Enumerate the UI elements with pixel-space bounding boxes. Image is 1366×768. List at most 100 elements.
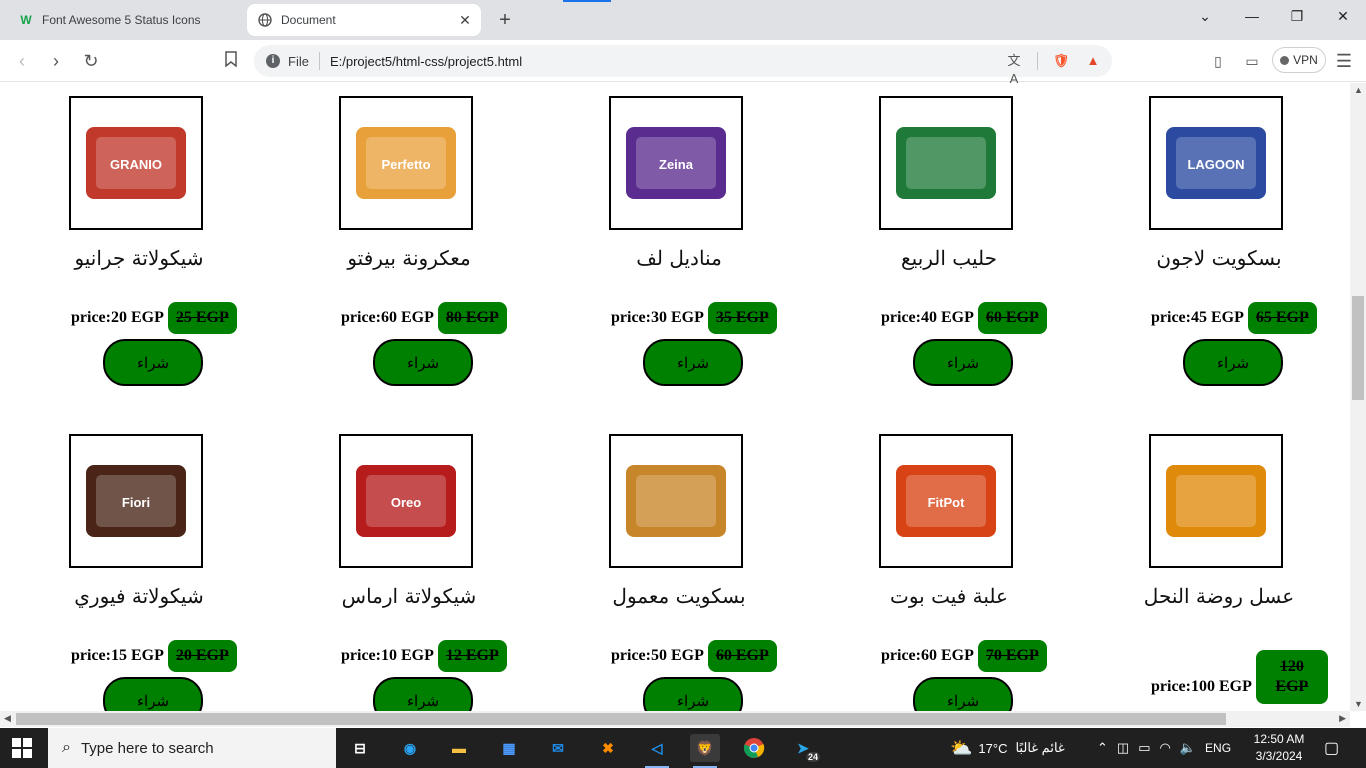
old-price: 20 EGP (167, 640, 237, 672)
product-package-icon (626, 465, 726, 537)
vscode-icon[interactable]: ◁ (642, 734, 672, 768)
old-price: 60 EGP (977, 302, 1047, 334)
telegram-icon[interactable]: ➤ 24 (788, 734, 820, 762)
buy-button[interactable]: شراء (103, 677, 203, 711)
product-package-icon: Oreo (356, 465, 456, 537)
product-image-label: Oreo (391, 495, 421, 510)
product-image-label: Fiori (122, 495, 150, 510)
task-view-icon[interactable]: ⊟ (345, 734, 375, 762)
close-tab-icon[interactable]: ✕ (457, 12, 473, 28)
buy-button[interactable]: شراء (643, 339, 743, 386)
brave-browser-icon[interactable]: 🦁 (690, 734, 720, 768)
scroll-down-icon[interactable]: ▼ (1354, 699, 1363, 709)
new-tab-button[interactable]: + (495, 8, 515, 32)
product-name: شيكولاتة فيوري (74, 584, 204, 608)
file-explorer-icon[interactable]: ▬ (444, 734, 474, 762)
product-package-icon: FitPot (896, 465, 996, 537)
buy-button[interactable]: شراء (913, 339, 1013, 386)
xampp-icon[interactable]: ✖ (593, 734, 623, 762)
horizontal-scrollbar[interactable]: ◀ ▶ (0, 711, 1350, 727)
price-row: price:50 EGP 60 EGP (611, 640, 777, 672)
product-name: شيكولاتة جرانيو (74, 246, 204, 270)
buy-button[interactable]: شراء (373, 339, 473, 386)
current-price: price:30 EGP (611, 309, 704, 326)
clock-date: 3/3/2024 (1255, 749, 1303, 763)
price-row: price:60 EGP 70 EGP (881, 640, 1047, 672)
product-card: Zeina مناديل لف price:30 EGP 35 EGP شراء (540, 96, 810, 434)
old-price: 60 EGP (707, 640, 777, 672)
forward-button[interactable]: › (44, 49, 68, 73)
horizontal-scroll-thumb[interactable] (16, 713, 1226, 725)
product-image-label: Perfetto (381, 157, 430, 172)
vertical-scroll-thumb[interactable] (1352, 296, 1364, 400)
vertical-scrollbar[interactable]: ▲ ▼ (1350, 83, 1366, 711)
search-icon: ⌕ (62, 739, 71, 756)
volume-icon[interactable]: 🔈 (1180, 740, 1196, 756)
chrome-icon[interactable] (739, 734, 769, 762)
product-card: Fiori شيكولاتة فيوري price:15 EGP 20 EGP… (0, 434, 270, 711)
tab-document[interactable]: Document ✕ (247, 4, 481, 36)
old-price: 120 EGP (1255, 650, 1328, 704)
wallet-icon[interactable]: ▭ (1240, 49, 1264, 73)
telegram-badge: 24 (805, 752, 820, 762)
battery-icon[interactable]: ▭ (1138, 740, 1150, 756)
browser-toolbar: ‹ › ↻ i File E:/project5/html-css/projec… (0, 40, 1366, 86)
wifi-icon[interactable]: ◠ (1160, 740, 1171, 756)
product-card: GRANIO شيكولاتة جرانيو price:20 EGP 25 E… (0, 96, 270, 434)
buy-button[interactable]: شراء (1183, 339, 1283, 386)
buy-button[interactable]: شراء (373, 677, 473, 711)
language-indicator[interactable]: ENG (1205, 741, 1231, 755)
show-hidden-icons-icon[interactable]: ⌃ (1097, 740, 1108, 756)
brave-shields-icon[interactable]: 🛡 (1052, 52, 1070, 70)
sidebar-toggle-icon[interactable]: ▯ (1206, 49, 1230, 73)
info-icon[interactable]: i (266, 54, 280, 68)
product-name: بسكويت معمول (612, 584, 746, 608)
scroll-right-icon[interactable]: ▶ (1339, 713, 1346, 724)
back-button[interactable]: ‹ (10, 49, 34, 73)
current-price: price:60 EGP (881, 647, 974, 664)
price-row: price:100 EGP 120 EGP (1151, 650, 1328, 711)
product-package-icon: GRANIO (86, 127, 186, 199)
translate-icon[interactable]: 文A (1005, 52, 1023, 86)
microsoft-store-icon[interactable]: ▦ (494, 734, 524, 762)
buy-button[interactable]: شراء (643, 677, 743, 711)
mail-icon[interactable]: ✉ (543, 734, 573, 762)
current-price: price:100 EGP (1151, 678, 1252, 695)
product-name: علبة فيت بوت (890, 584, 1008, 608)
reload-button[interactable]: ↻ (79, 49, 103, 73)
restore-button[interactable]: ❐ (1285, 6, 1309, 26)
w-favicon-icon: W (20, 13, 32, 27)
meet-icon[interactable]: ◫ (1117, 740, 1129, 756)
vpn-label: VPN (1293, 53, 1318, 67)
address-bar[interactable]: i File E:/project5/html-css/project5.htm… (254, 45, 1112, 86)
close-window-button[interactable]: ✕ (1331, 6, 1355, 26)
weather-widget[interactable]: ⛅ 17°C غائم غالبًا (950, 728, 1065, 768)
bookmark-icon[interactable] (219, 49, 243, 73)
product-card: عسل روضة النحل price:100 EGP 120 EGP (1080, 434, 1350, 711)
scroll-up-icon[interactable]: ▲ (1354, 85, 1363, 95)
edge-icon[interactable]: ◉ (395, 734, 425, 762)
scroll-left-icon[interactable]: ◀ (4, 713, 11, 724)
clock[interactable]: 12:50 AM 3/3/2024 (1252, 731, 1306, 765)
tab-font-awesome[interactable]: W Font Awesome 5 Status Icons (0, 0, 245, 40)
product-card: حليب الربيع price:40 EGP 60 EGP شراء (810, 96, 1080, 434)
current-price: price:60 EGP (341, 309, 434, 326)
vpn-button[interactable]: VPN (1272, 47, 1326, 73)
windows-start-icon[interactable] (12, 738, 32, 758)
product-name: بسكويت لاجون (1156, 246, 1282, 270)
notifications-icon[interactable]: ▢ (1324, 728, 1339, 768)
product-image (879, 96, 1013, 230)
url-text[interactable]: E:/project5/html-css/project5.html (330, 54, 522, 69)
taskbar-search-box[interactable]: ⌕ Type here to search (48, 728, 336, 768)
product-grid: GRANIO شيكولاتة جرانيو price:20 EGP 25 E… (0, 96, 1350, 711)
buy-button[interactable]: شراء (103, 339, 203, 386)
brave-rewards-icon[interactable]: ▲ (1084, 52, 1102, 70)
old-price: 25 EGP (167, 302, 237, 334)
tab-search-chevron-icon[interactable]: ⌄ (1193, 6, 1217, 26)
minimize-button[interactable]: — (1240, 6, 1264, 26)
vpn-status-icon (1280, 55, 1290, 65)
menu-icon[interactable]: ☰ (1332, 49, 1356, 73)
price-row: price:60 EGP 80 EGP (341, 302, 507, 334)
buy-button[interactable]: شراء (913, 677, 1013, 711)
browser-tab-bar: W Font Awesome 5 Status Icons Document ✕… (0, 0, 1366, 40)
